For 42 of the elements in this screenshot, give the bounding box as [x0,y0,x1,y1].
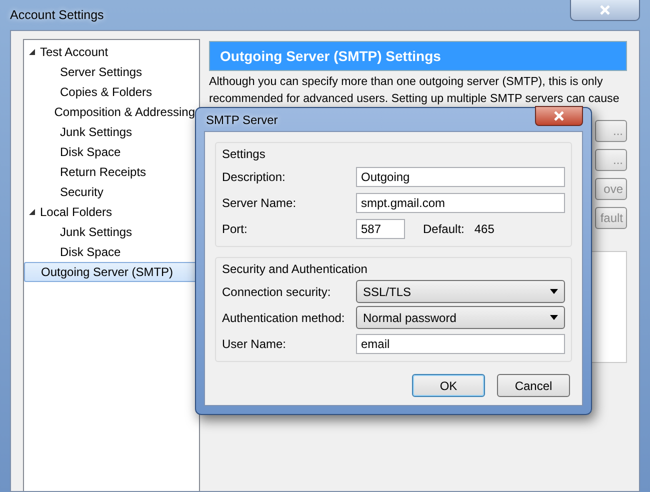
close-icon [599,5,611,15]
text-field[interactable]: smpt.gmail.com [356,192,565,212]
caret-icon [550,289,558,294]
close-button[interactable] [535,106,583,126]
tree-item[interactable]: Composition & Addressing [24,102,199,122]
close-icon [553,110,565,120]
group-title: Settings [222,147,266,161]
panel-heading: Outgoing Server (SMTP) Settings [209,41,627,71]
text-field[interactable]: Outgoing [356,166,565,186]
tree-item[interactable]: Junk Settings [24,222,199,242]
field-label: Description: [222,170,286,184]
tree-item[interactable]: Local Folders [24,202,199,222]
tree-item[interactable]: Server Settings [24,62,199,82]
collapse-triangle-icon[interactable] [28,48,36,56]
ok-button[interactable]: OK [412,374,485,397]
default-value: 465 [474,222,494,236]
tree-item[interactable]: Junk Settings [24,122,199,142]
text-field[interactable]: email [356,334,565,354]
tree-item[interactable]: Return Receipts [24,162,199,182]
tree-item[interactable]: Copies & Folders [24,82,199,102]
tree-item[interactable]: Disk Space [24,242,199,262]
tree-item[interactable]: Security [24,182,199,202]
dialog-title: SMTP Server [205,112,278,126]
field-label: Server Name: [222,196,298,210]
field-label: User Name: [222,336,288,350]
cancel-button[interactable]: Cancel [497,374,570,397]
group-title: Security and Authentication [222,262,368,276]
tree-item[interactable]: Disk Space [24,142,199,162]
description-text: recommended for advanced users. Setting up multiple SMTP servers can cause [209,91,620,107]
port-field[interactable]: 587 [356,218,405,238]
caret-icon [550,315,558,320]
description-text: Although you can specify more than one outgoing server (SMTP), this is only [209,74,604,90]
collapse-triangle-icon[interactable] [28,208,36,216]
default-label: Default: [423,222,464,236]
close-button[interactable] [570,0,640,21]
field-label: Connection security: [222,284,332,298]
tree-item[interactable]: Test Account [24,42,199,62]
dropdown[interactable]: SSL/TLS [356,280,565,303]
dropdown[interactable]: Normal password [356,306,565,329]
field-label: Authentication method: [222,310,346,324]
window-title: Account Settings [10,8,104,22]
field-label: Port: [222,222,248,236]
